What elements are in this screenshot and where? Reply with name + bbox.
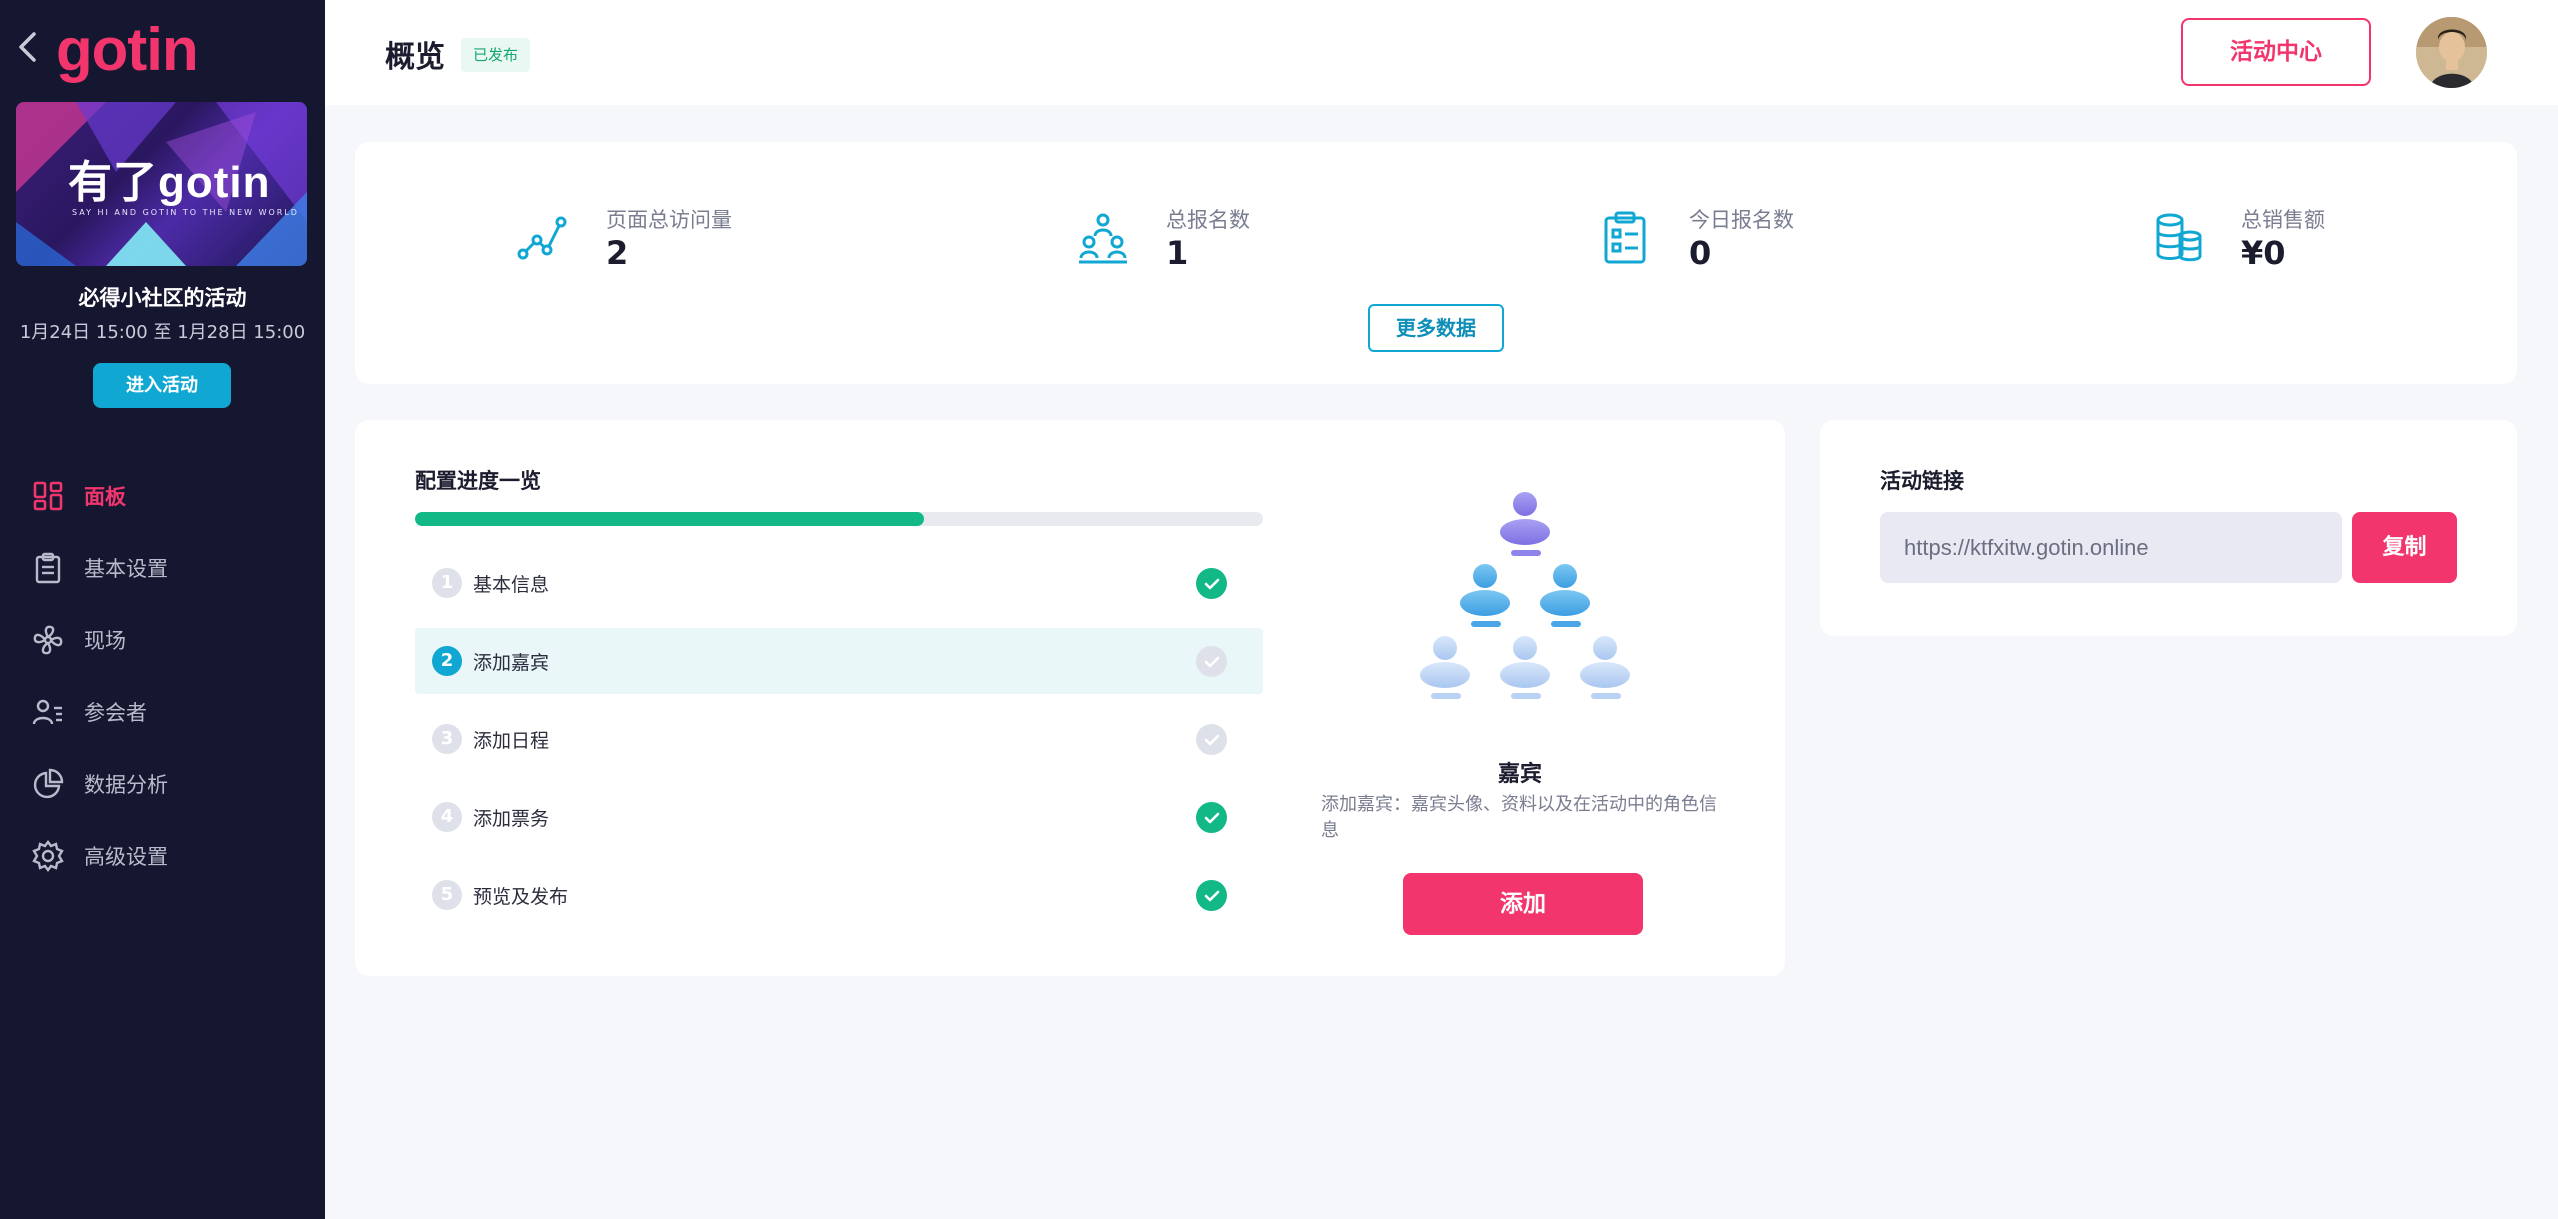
banner-title: 有了gotin xyxy=(68,158,271,207)
gotin-logo: gotin xyxy=(56,16,199,83)
sidebar-item-analytics[interactable]: 数据分析 xyxy=(0,748,325,820)
step-label: 添加票务 xyxy=(473,808,550,830)
event-name: 必得小社区的活动 xyxy=(78,286,247,310)
guest-description: 添加嘉宾：嘉宾头像、资料以及在活动中的角色信息 xyxy=(1321,794,1717,841)
event-link-input[interactable] xyxy=(1880,512,2342,583)
fan-icon xyxy=(32,624,64,656)
step-number: 2 xyxy=(432,646,462,676)
sidebar-item-label: 数据分析 xyxy=(84,773,168,797)
enter-event-button[interactable]: 进入活动 xyxy=(93,363,231,408)
clipboard-icon xyxy=(32,552,64,584)
stat-label: 总报名数 xyxy=(1166,208,1250,232)
clipboard-list-icon xyxy=(1598,210,1654,266)
sidebar-item-onsite[interactable]: 现场 xyxy=(0,604,325,676)
step-list: 1 基本信息 2 添加嘉宾 3 添加日程 4 添加票务 5 预览及发布 xyxy=(415,550,1263,940)
page-title: 概览 xyxy=(385,40,445,75)
stat-value: 0 xyxy=(1689,234,1712,272)
event-date-range: 1月24日 15:00 至 1月28日 15:00 xyxy=(19,322,306,343)
config-progress-card: 配置进度一览 1 基本信息 2 添加嘉宾 3 添加日程 4 添加票务 5 预览及… xyxy=(355,420,1785,976)
sidebar-item-label: 面板 xyxy=(84,485,126,509)
step-label: 添加嘉宾 xyxy=(473,652,550,674)
progress-title: 配置进度一览 xyxy=(415,469,541,493)
check-circle-icon xyxy=(1196,802,1227,833)
stat-value: 1 xyxy=(1166,234,1189,272)
banner-subtitle: SAY HI AND GOTIN TO THE NEW WORLD xyxy=(72,208,299,217)
sidebar-item-label: 现场 xyxy=(84,629,126,653)
step-number: 3 xyxy=(432,724,462,754)
sidebar-item-basic-settings[interactable]: 基本设置 xyxy=(0,532,325,604)
step-preview-publish[interactable]: 5 预览及发布 xyxy=(415,862,1263,928)
event-link-card: 活动链接 复制 xyxy=(1820,420,2517,636)
step-label: 预览及发布 xyxy=(473,886,569,908)
sidebar-item-label: 基本设置 xyxy=(84,557,168,581)
attendee-icon xyxy=(32,696,64,728)
stat-label: 总销售额 xyxy=(2241,208,2325,232)
sidebar-item-advanced-settings[interactable]: 高级设置 xyxy=(0,820,325,892)
avatar[interactable] xyxy=(2416,17,2487,88)
check-circle-icon xyxy=(1196,880,1227,911)
chevron-left-icon[interactable] xyxy=(14,30,42,64)
step-add-guests[interactable]: 2 添加嘉宾 xyxy=(415,628,1263,694)
trend-line-icon xyxy=(515,210,571,266)
step-number: 5 xyxy=(432,880,462,910)
dashboard-icon xyxy=(32,480,64,512)
brand-row: gotin xyxy=(0,18,325,84)
stat-label: 页面总访问量 xyxy=(606,208,732,232)
stat-value: 2 xyxy=(606,234,629,272)
sidebar-item-dashboard[interactable]: 面板 xyxy=(0,460,325,532)
guest-hierarchy-illustration xyxy=(1413,490,1637,720)
sidebar-nav: 面板 基本设置 现场 参会者 数据分析 高级设置 xyxy=(0,460,325,892)
copy-link-button[interactable]: 复制 xyxy=(2352,512,2457,583)
step-number: 4 xyxy=(432,802,462,832)
progress-bar-fill xyxy=(415,512,924,526)
stat-value: ¥0 xyxy=(2241,234,2286,272)
step-label: 基本信息 xyxy=(473,574,550,596)
step-basic-info[interactable]: 1 基本信息 xyxy=(415,550,1263,616)
check-circle-icon xyxy=(1196,724,1227,755)
gear-icon xyxy=(32,840,64,872)
sidebar-item-label: 高级设置 xyxy=(84,845,168,869)
sidebar: gotin 有了gotin SAY HI AND GOTIN TO THE NE… xyxy=(0,0,325,1219)
stats-card: 页面总访问量 2 总报名数 1 今日报名数 0 总销售额 ¥0 更多数据 xyxy=(355,142,2517,384)
step-add-schedule[interactable]: 3 添加日程 xyxy=(415,706,1263,772)
check-circle-icon xyxy=(1196,568,1227,599)
event-banner: 有了gotin SAY HI AND GOTIN TO THE NEW WORL… xyxy=(16,102,307,266)
sidebar-item-attendees[interactable]: 参会者 xyxy=(0,676,325,748)
guest-title: 嘉宾 xyxy=(1497,762,1542,787)
people-group-icon xyxy=(1075,210,1131,266)
check-circle-icon xyxy=(1196,646,1227,677)
activity-center-button[interactable]: 活动中心 xyxy=(2181,18,2371,86)
pie-chart-icon xyxy=(32,768,64,800)
progress-bar xyxy=(415,512,1263,526)
status-badge: 已发布 xyxy=(461,38,531,72)
link-title: 活动链接 xyxy=(1880,469,1964,493)
stat-label: 今日报名数 xyxy=(1689,208,1794,232)
step-label: 添加日程 xyxy=(473,730,550,752)
add-guest-button[interactable]: 添加 xyxy=(1403,873,1643,935)
top-header: 概览 已发布 活动中心 xyxy=(325,0,2558,105)
coin-stack-icon xyxy=(2150,210,2206,266)
sidebar-item-label: 参会者 xyxy=(84,701,147,725)
more-data-button[interactable]: 更多数据 xyxy=(1368,304,1504,352)
step-number: 1 xyxy=(432,568,462,598)
step-add-tickets[interactable]: 4 添加票务 xyxy=(415,784,1263,850)
